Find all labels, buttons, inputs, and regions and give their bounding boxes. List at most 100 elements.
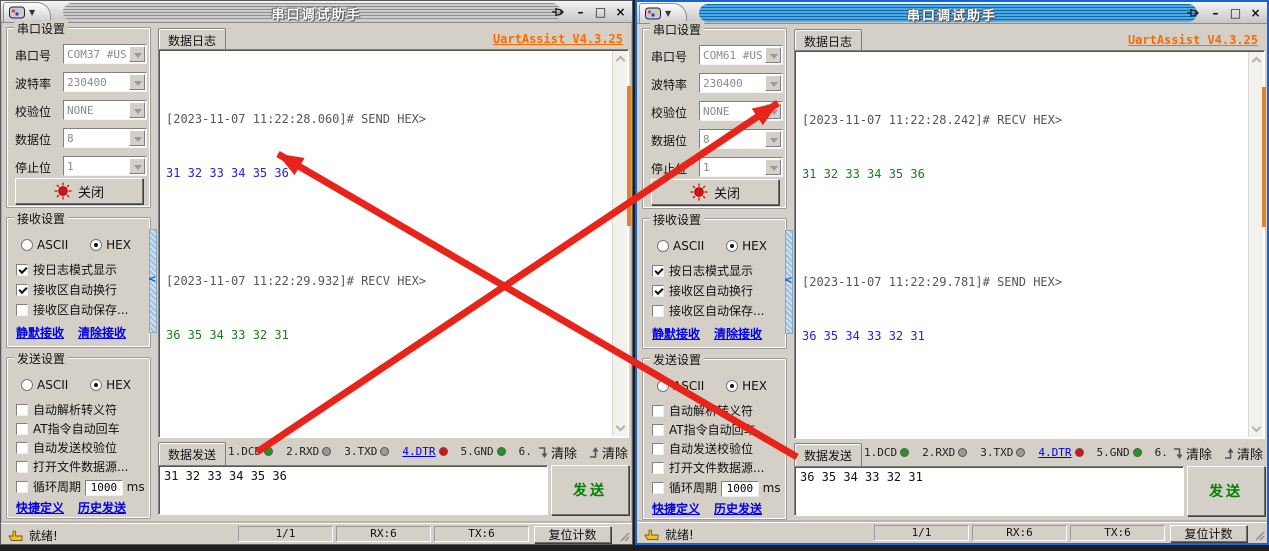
panel-collapse-handle[interactable]: <: [149, 229, 157, 333]
parity-select[interactable]: NONE: [699, 101, 783, 121]
log-scrollbar[interactable]: [1248, 52, 1263, 437]
radio-ascii[interactable]: ASCII: [21, 378, 68, 392]
clear-receive-link[interactable]: 清除接收: [714, 325, 762, 342]
version-link[interactable]: UartAssist V4.3.25: [1128, 33, 1258, 47]
send-button[interactable]: 发送: [551, 465, 629, 515]
combo-arrow-icon[interactable]: [765, 103, 781, 119]
cycle-ms-input[interactable]: [721, 481, 759, 497]
stopbits-select[interactable]: 1: [63, 156, 147, 176]
collapse-chevron-icon: <: [148, 274, 156, 285]
checkbox-auto-save[interactable]: 接收区自动保存...: [652, 302, 764, 319]
titlebar[interactable]: ▼ 串口调试助手 – □ ×: [1, 1, 632, 23]
combo-arrow-icon[interactable]: [765, 131, 781, 147]
panel-collapse-handle[interactable]: <: [785, 230, 793, 334]
parity-select[interactable]: NONE: [63, 100, 147, 120]
port-select[interactable]: COM61 #US: [699, 45, 783, 65]
checkbox-auto-wrap[interactable]: 接收区自动换行: [652, 282, 753, 299]
combo-arrow-icon[interactable]: [129, 158, 145, 174]
maximize-button[interactable]: □: [1228, 6, 1243, 21]
status-ready-text: 就绪!: [665, 526, 694, 543]
databits-select[interactable]: 8: [699, 129, 783, 149]
combo-arrow-icon[interactable]: [765, 47, 781, 63]
cycle-ms-input[interactable]: [85, 480, 123, 496]
clear-send-button[interactable]: 清除: [587, 443, 628, 462]
scroll-down-icon[interactable]: [616, 422, 626, 432]
radio-hex[interactable]: HEX: [726, 239, 767, 253]
clear-receive-button[interactable]: 清除: [536, 443, 577, 462]
tab-data-log[interactable]: 数据日志: [158, 28, 226, 51]
scroll-up-icon[interactable]: [1252, 57, 1262, 67]
quick-define-link[interactable]: 快捷定义: [652, 500, 700, 517]
checkbox-auto-wrap[interactable]: 接收区自动换行: [16, 281, 117, 298]
send-data-input[interactable]: 36 35 34 33 32 31: [794, 466, 1184, 516]
checkbox-at-return[interactable]: AT指令自动回车: [652, 421, 756, 438]
scroll-up-icon[interactable]: [616, 56, 626, 66]
history-send-link[interactable]: 历史发送: [714, 500, 762, 517]
resize-grip[interactable]: [1254, 530, 1265, 541]
close-port-button[interactable]: 关闭: [651, 179, 779, 205]
radio-ascii[interactable]: ASCII: [21, 238, 68, 252]
history-send-link[interactable]: 历史发送: [78, 499, 126, 516]
reset-count-button[interactable]: 复位计数: [1170, 525, 1247, 542]
dtr-toggle-link[interactable]: 4.DTR: [1038, 446, 1071, 459]
combo-arrow-icon[interactable]: [765, 159, 781, 175]
checkbox-escape-parse[interactable]: 自动解析转义符: [16, 401, 117, 418]
checkbox-log-mode[interactable]: 按日志模式显示: [16, 261, 117, 278]
radio-hex[interactable]: HEX: [90, 378, 131, 392]
pin-icon[interactable]: [1181, 5, 1203, 22]
log-scrollbar[interactable]: [612, 51, 627, 436]
databits-select[interactable]: 8: [63, 128, 147, 148]
baud-select[interactable]: 230400: [63, 72, 147, 92]
quick-define-link[interactable]: 快捷定义: [16, 499, 64, 516]
pin-icon[interactable]: [546, 4, 568, 21]
checkbox-cycle-period[interactable]: 循环周期 ms: [652, 479, 781, 497]
clear-receive-link[interactable]: 清除接收: [78, 324, 126, 341]
radio-hex[interactable]: HEX: [726, 379, 767, 393]
clear-receive-button[interactable]: 清除: [1171, 444, 1212, 463]
checkbox-file-source[interactable]: 打开文件数据源...: [652, 459, 764, 476]
checkbox-at-return[interactable]: AT指令自动回车: [16, 420, 120, 437]
close-port-button[interactable]: 关闭: [15, 178, 143, 204]
tab-data-log[interactable]: 数据日志: [794, 29, 862, 52]
maximize-button[interactable]: □: [593, 5, 608, 20]
tab-data-send[interactable]: 数据发送: [794, 443, 862, 466]
close-window-button[interactable]: ×: [613, 5, 628, 20]
checkbox-auto-checksum[interactable]: 自动发送校验位: [16, 439, 117, 456]
send-data-input[interactable]: 31 32 33 34 35 36: [158, 465, 548, 515]
tab-data-send[interactable]: 数据发送: [158, 442, 226, 465]
baud-select[interactable]: 230400: [699, 73, 783, 93]
combo-arrow-icon[interactable]: [129, 102, 145, 118]
combo-arrow-icon[interactable]: [765, 75, 781, 91]
reset-count-button[interactable]: 复位计数: [534, 526, 611, 543]
dtr-toggle-link[interactable]: 4.DTR: [402, 445, 435, 458]
combo-arrow-icon[interactable]: [129, 46, 145, 62]
radio-hex[interactable]: HEX: [90, 238, 131, 252]
radio-ascii[interactable]: ASCII: [657, 379, 704, 393]
stopbits-select[interactable]: 1: [699, 157, 783, 177]
radio-ascii[interactable]: ASCII: [657, 239, 704, 253]
checkbox-auto-save[interactable]: 接收区自动保存...: [16, 301, 128, 318]
port-select[interactable]: COM37 #US: [63, 44, 147, 64]
send-button[interactable]: 发送: [1187, 466, 1265, 516]
led-glow-icon: [54, 182, 72, 200]
silent-receive-link[interactable]: 静默接收: [652, 325, 700, 342]
minimize-button[interactable]: –: [1208, 6, 1223, 21]
receive-log-area[interactable]: [2023-11-07 11:22:28.060]# SEND HEX> 31 …: [158, 49, 629, 438]
receive-log-area[interactable]: [2023-11-07 11:22:28.242]# RECV HEX> 31 …: [794, 50, 1265, 439]
checkbox-cycle-period[interactable]: 循环周期 ms: [16, 478, 145, 496]
scroll-down-icon[interactable]: [1252, 423, 1262, 433]
combo-arrow-icon[interactable]: [129, 130, 145, 146]
checkbox-auto-checksum[interactable]: 自动发送校验位: [652, 440, 753, 457]
checkbox-escape-parse[interactable]: 自动解析转义符: [652, 402, 753, 419]
checkbox-file-source[interactable]: 打开文件数据源...: [16, 458, 128, 475]
titlebar[interactable]: ▼ 串口调试助手 – □ ×: [637, 2, 1267, 24]
version-link[interactable]: UartAssist V4.3.25: [493, 32, 623, 46]
minimize-button[interactable]: –: [573, 5, 588, 20]
checkbox-log-mode[interactable]: 按日志模式显示: [652, 262, 753, 279]
resize-grip[interactable]: [619, 531, 630, 542]
silent-receive-link[interactable]: 静默接收: [16, 324, 64, 341]
combo-arrow-icon[interactable]: [129, 74, 145, 90]
receive-settings-group: 接收设置 ASCII HEX 按日志模式显示 接收区自动换行 接收区自动保存..…: [6, 217, 151, 348]
clear-send-button[interactable]: 清除: [1222, 444, 1263, 463]
close-window-button[interactable]: ×: [1248, 6, 1263, 21]
